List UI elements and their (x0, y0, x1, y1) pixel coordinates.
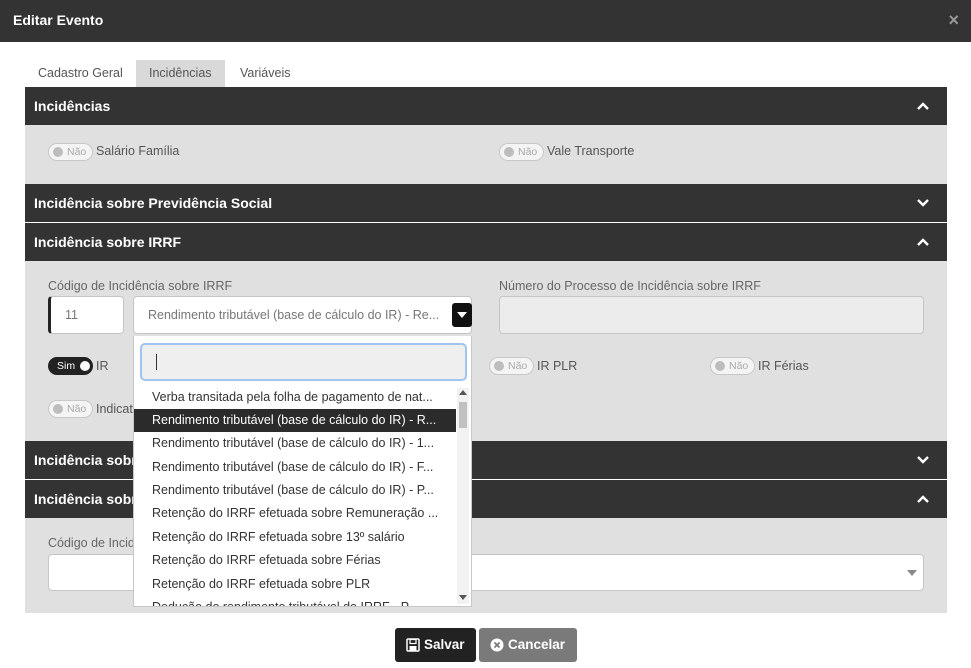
toggle-knob (715, 361, 725, 371)
chevron-up-icon[interactable] (916, 99, 930, 113)
irrf-code-input[interactable]: 11 (48, 296, 124, 334)
toggle-state: Sim (57, 360, 76, 372)
toggle-knob (80, 361, 90, 371)
irrf-code-value: 11 (65, 308, 78, 322)
toggle-knob (504, 147, 514, 157)
section-title: Incidência sobr (34, 491, 137, 507)
ir-ferias-label: IR Férias (758, 359, 809, 373)
dropdown-option[interactable]: Rendimento tributável (base de cálculo d… (134, 479, 456, 502)
section5-code-label: Código de Incid (48, 536, 135, 550)
irrf-process-label: Número do Processo de Incidência sobre I… (499, 279, 761, 293)
section-title: Incidências (34, 98, 111, 114)
scroll-up-icon[interactable] (459, 390, 467, 395)
dropdown-option[interactable]: Rendimento tributável (base de cálculo d… (134, 432, 456, 455)
chevron-down-icon[interactable] (452, 303, 472, 327)
x-circle-icon (490, 638, 504, 652)
section-header-incidencias[interactable]: Incidências (25, 87, 947, 125)
dropdown-option-selected[interactable]: Rendimento tributável (base de cálculo d… (134, 409, 456, 432)
modal-header: Editar Evento × (0, 0, 971, 42)
toggle-state: Não (518, 146, 538, 158)
salario-familia-toggle[interactable]: Não (48, 143, 93, 161)
toggle-state: Não (508, 360, 528, 372)
scrollbar-thumb[interactable] (459, 402, 467, 428)
save-button-label: Salvar (424, 637, 465, 652)
dropdown-option[interactable]: Retenção do IRRF efetuada sobre Remunera… (134, 502, 456, 525)
chevron-up-icon[interactable] (916, 235, 930, 249)
modal-title: Editar Evento (13, 12, 104, 28)
tab-cadastro-geral[interactable]: Cadastro Geral (25, 60, 136, 87)
irrf-code-dropdown: Verba transitada pela folha de pagamento… (133, 336, 472, 607)
dropdown-option[interactable]: Retenção do IRRF efetuada sobre 13º salá… (134, 526, 456, 549)
irrf-code-select[interactable]: Rendimento tributável (base de cálculo d… (133, 296, 472, 334)
save-button[interactable]: Salvar (395, 628, 476, 662)
ir-ferias-toggle[interactable]: Não (710, 357, 755, 375)
edit-event-modal: Editar Evento × Cadastro Geral Incidênci… (0, 0, 971, 668)
indicator-toggle[interactable]: Não (48, 400, 93, 418)
salario-familia-label: Salário Família (96, 144, 180, 158)
irrf-process-input[interactable] (499, 296, 924, 334)
dropdown-option[interactable]: Verba transitada pela folha de pagamento… (134, 386, 456, 409)
dropdown-search-input[interactable] (140, 343, 467, 381)
vale-transporte-label: Vale Transporte (547, 144, 635, 158)
vale-transporte-toggle[interactable]: Não (499, 143, 544, 161)
toggle-knob (53, 147, 63, 157)
toggle-state: Não (67, 146, 87, 158)
chevron-down-icon[interactable] (916, 453, 930, 467)
section-title: Incidência sobre IRRF (34, 234, 182, 250)
cancel-button-label: Cancelar (508, 637, 566, 652)
section-body-incidencias: Não Salário Família Não Vale Transporte (25, 125, 947, 184)
ir-toggle[interactable]: Sim (48, 357, 93, 375)
toggle-knob (494, 361, 504, 371)
section-header-irrf[interactable]: Incidência sobre IRRF (25, 223, 947, 261)
close-icon[interactable]: × (948, 11, 959, 29)
dropdown-option[interactable]: Retenção do IRRF efetuada sobre Férias (134, 549, 456, 572)
irrf-code-label: Código de Incidência sobre IRRF (48, 279, 233, 293)
chevron-down-icon[interactable] (916, 196, 930, 210)
dropdown-option[interactable]: Retenção do IRRF efetuada sobre PLR (134, 573, 456, 596)
scroll-down-icon[interactable] (459, 595, 467, 600)
section-header-previdencia[interactable]: Incidência sobre Previdência Social (25, 184, 947, 222)
chevron-up-icon[interactable] (916, 492, 930, 506)
floppy-disk-icon (406, 638, 420, 652)
dropdown-scrollbar[interactable] (457, 388, 469, 604)
dropdown-option[interactable]: Dedução do rendimento tributável do IRRF… (134, 596, 456, 606)
indicator-label: Indicat (96, 402, 133, 416)
tab-variaveis[interactable]: Variáveis (227, 60, 303, 87)
section-title: Incidência sobr (34, 452, 137, 468)
toggle-state: Não (67, 403, 87, 415)
section-title: Incidência sobre Previdência Social (34, 195, 273, 211)
chevron-down-icon[interactable] (907, 570, 917, 576)
ir-label: IR (96, 359, 109, 373)
ir-plr-label: IR PLR (537, 359, 578, 373)
ir-plr-toggle[interactable]: Não (489, 357, 534, 375)
cancel-button[interactable]: Cancelar (479, 628, 577, 662)
irrf-select-value: Rendimento tributável (base de cálculo d… (148, 308, 440, 322)
toggle-state: Não (729, 360, 749, 372)
tab-incidencias[interactable]: Incidências (136, 60, 225, 87)
dropdown-option[interactable]: Rendimento tributável (base de cálculo d… (134, 456, 456, 479)
toggle-knob (53, 404, 63, 414)
text-caret (156, 354, 157, 370)
